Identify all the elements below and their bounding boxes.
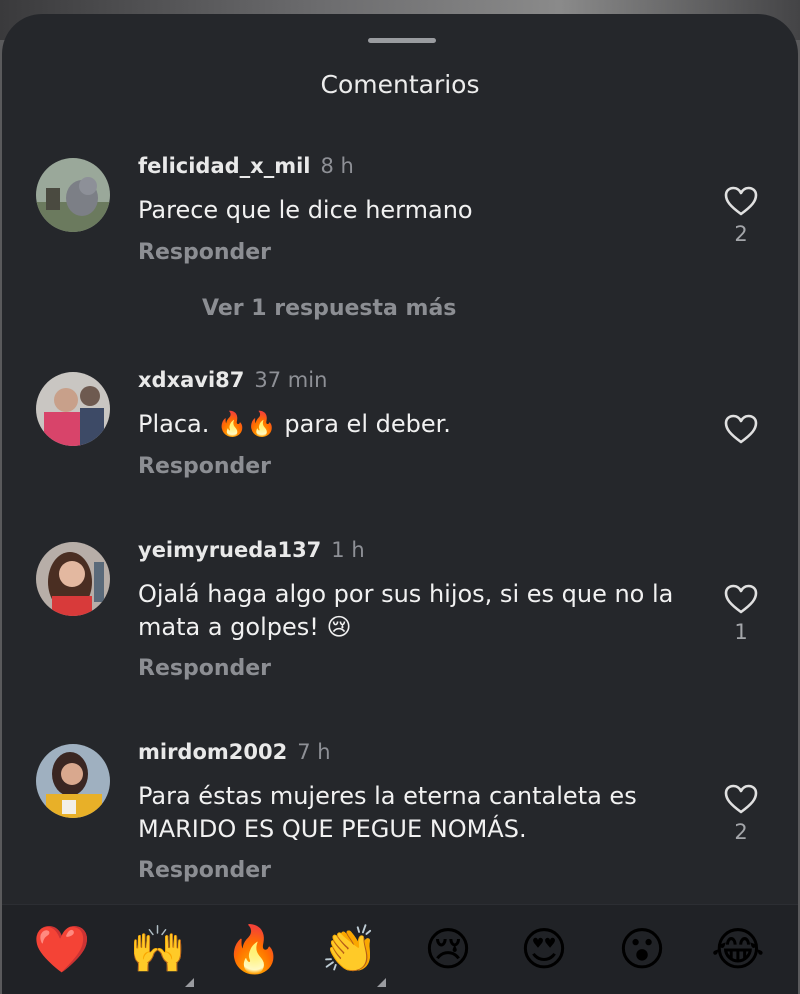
heart-outline-icon	[724, 784, 758, 814]
comment-text: Ojalá haga algo por sus hijos, si es que…	[138, 580, 674, 641]
timestamp: 37 min	[254, 368, 328, 392]
heart-outline-icon	[724, 584, 758, 614]
heart-outline-icon	[724, 414, 758, 444]
reply-button[interactable]: Responder	[138, 858, 271, 883]
timestamp: 7 h	[297, 740, 331, 764]
avatar[interactable]	[36, 744, 110, 818]
reply-button[interactable]: Responder	[138, 454, 271, 479]
emoji-surprised-face[interactable]: 😮	[612, 919, 672, 979]
emoji-fire[interactable]: 🔥	[224, 919, 284, 979]
username[interactable]: yeimyrueda137	[138, 538, 321, 562]
emoji-raising-hands[interactable]: 🙌	[128, 919, 194, 987]
emoji-glyph: 🙌	[129, 922, 187, 976]
comment-meta: yeimyrueda137 1 h	[138, 538, 365, 562]
like-button[interactable]: 2	[722, 186, 760, 246]
sheet-title: Comentarios	[320, 70, 480, 99]
skin-tone-indicator-icon	[185, 978, 194, 987]
skin-tone-indicator-icon	[377, 978, 386, 987]
reply-button[interactable]: Responder	[138, 240, 271, 265]
like-count: 1	[734, 620, 748, 644]
comment-meta: mirdom2002 7 h	[138, 740, 331, 764]
username[interactable]: felicidad_x_mil	[138, 154, 310, 178]
reply-button[interactable]: Responder	[138, 656, 271, 681]
comment-meta: felicidad_x_mil 8 h	[138, 154, 354, 178]
comment-meta: xdxavi87 37 min	[138, 368, 327, 392]
view-more-replies[interactable]: Ver 1 respuesta más	[202, 296, 456, 321]
comment-text: Para éstas mujeres la eterna cantaleta e…	[138, 782, 637, 843]
username[interactable]: xdxavi87	[138, 368, 244, 392]
timestamp: 8 h	[320, 154, 354, 178]
comments-sheet: Comentarios felicidad_x_mil 8 h Parece qu…	[2, 14, 798, 994]
emoji-reaction-bar: ❤️ 🙌 🔥 👏 😢 😍 😮 😂	[2, 904, 798, 994]
avatar[interactable]	[36, 158, 110, 232]
avatar[interactable]	[36, 372, 110, 446]
emoji-glyph: 👏	[321, 922, 379, 976]
drag-handle[interactable]	[368, 38, 436, 43]
avatar[interactable]	[36, 542, 110, 616]
like-button[interactable]: 2	[722, 784, 760, 844]
comment-text: Placa. 🔥🔥 para el deber.	[138, 410, 451, 438]
emoji-heart[interactable]: ❤️	[32, 919, 92, 979]
like-button[interactable]: 1	[722, 584, 760, 644]
emoji-clapping-hands[interactable]: 👏	[320, 919, 386, 987]
comment-text: Parece que le dice hermano	[138, 196, 473, 224]
emoji-crying-face[interactable]: 😢	[418, 919, 478, 979]
like-button[interactable]	[722, 414, 760, 450]
like-count: 2	[734, 222, 748, 246]
emoji-tears-of-joy[interactable]: 😂	[708, 919, 768, 979]
timestamp: 1 h	[331, 538, 365, 562]
like-count: 2	[734, 820, 748, 844]
username[interactable]: mirdom2002	[138, 740, 287, 764]
heart-outline-icon	[724, 186, 758, 216]
emoji-heart-eyes[interactable]: 😍	[514, 919, 574, 979]
